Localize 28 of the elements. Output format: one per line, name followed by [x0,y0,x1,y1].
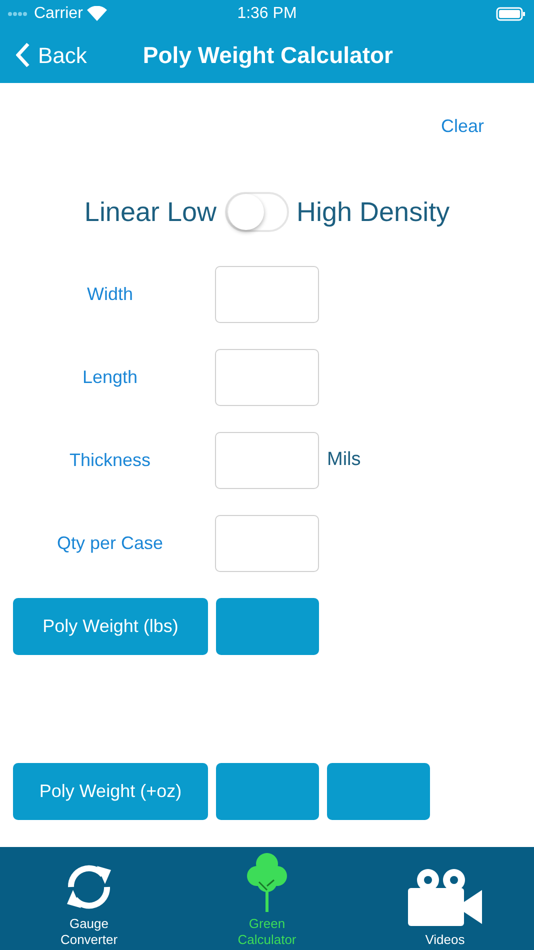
field-label: Qty per Case [56,532,164,555]
tab-item[interactable]: Gauge Converter [0,847,178,950]
back-button[interactable]: Back [0,38,87,72]
signal-icon [8,10,30,16]
chevron-left-icon [16,42,30,68]
carrier-name: Carrier [34,4,83,24]
unit-label: Mils [327,448,361,472]
field-label: Width [86,282,134,306]
clear-button[interactable]: Clear [440,113,484,140]
field-label: Length [81,366,139,389]
tab-item[interactable]: Videos [356,847,534,950]
input-field[interactable] [215,514,319,572]
density-switch[interactable] [224,192,289,232]
video-camera-icon [406,868,484,928]
calculate-button[interactable]: Poly Weight (lbs) [13,598,208,654]
wifi-icon [86,6,107,21]
clock-time: 1:36 PM [236,4,298,24]
high-density-label: High Density [296,196,450,229]
input-field[interactable] [215,432,319,488]
tree-icon [247,852,287,912]
linear-low-label: Linear Low [84,196,217,229]
tab-item[interactable]: Green Calculator [178,847,356,950]
field-label: Thickness [68,448,152,472]
page-title: Poly Weight Calculator [142,40,393,70]
input-field[interactable] [215,266,319,322]
calculate-button[interactable]: Poly Weight (+oz) [13,762,208,820]
battery-icon [496,6,526,20]
input-field[interactable] [215,348,319,406]
